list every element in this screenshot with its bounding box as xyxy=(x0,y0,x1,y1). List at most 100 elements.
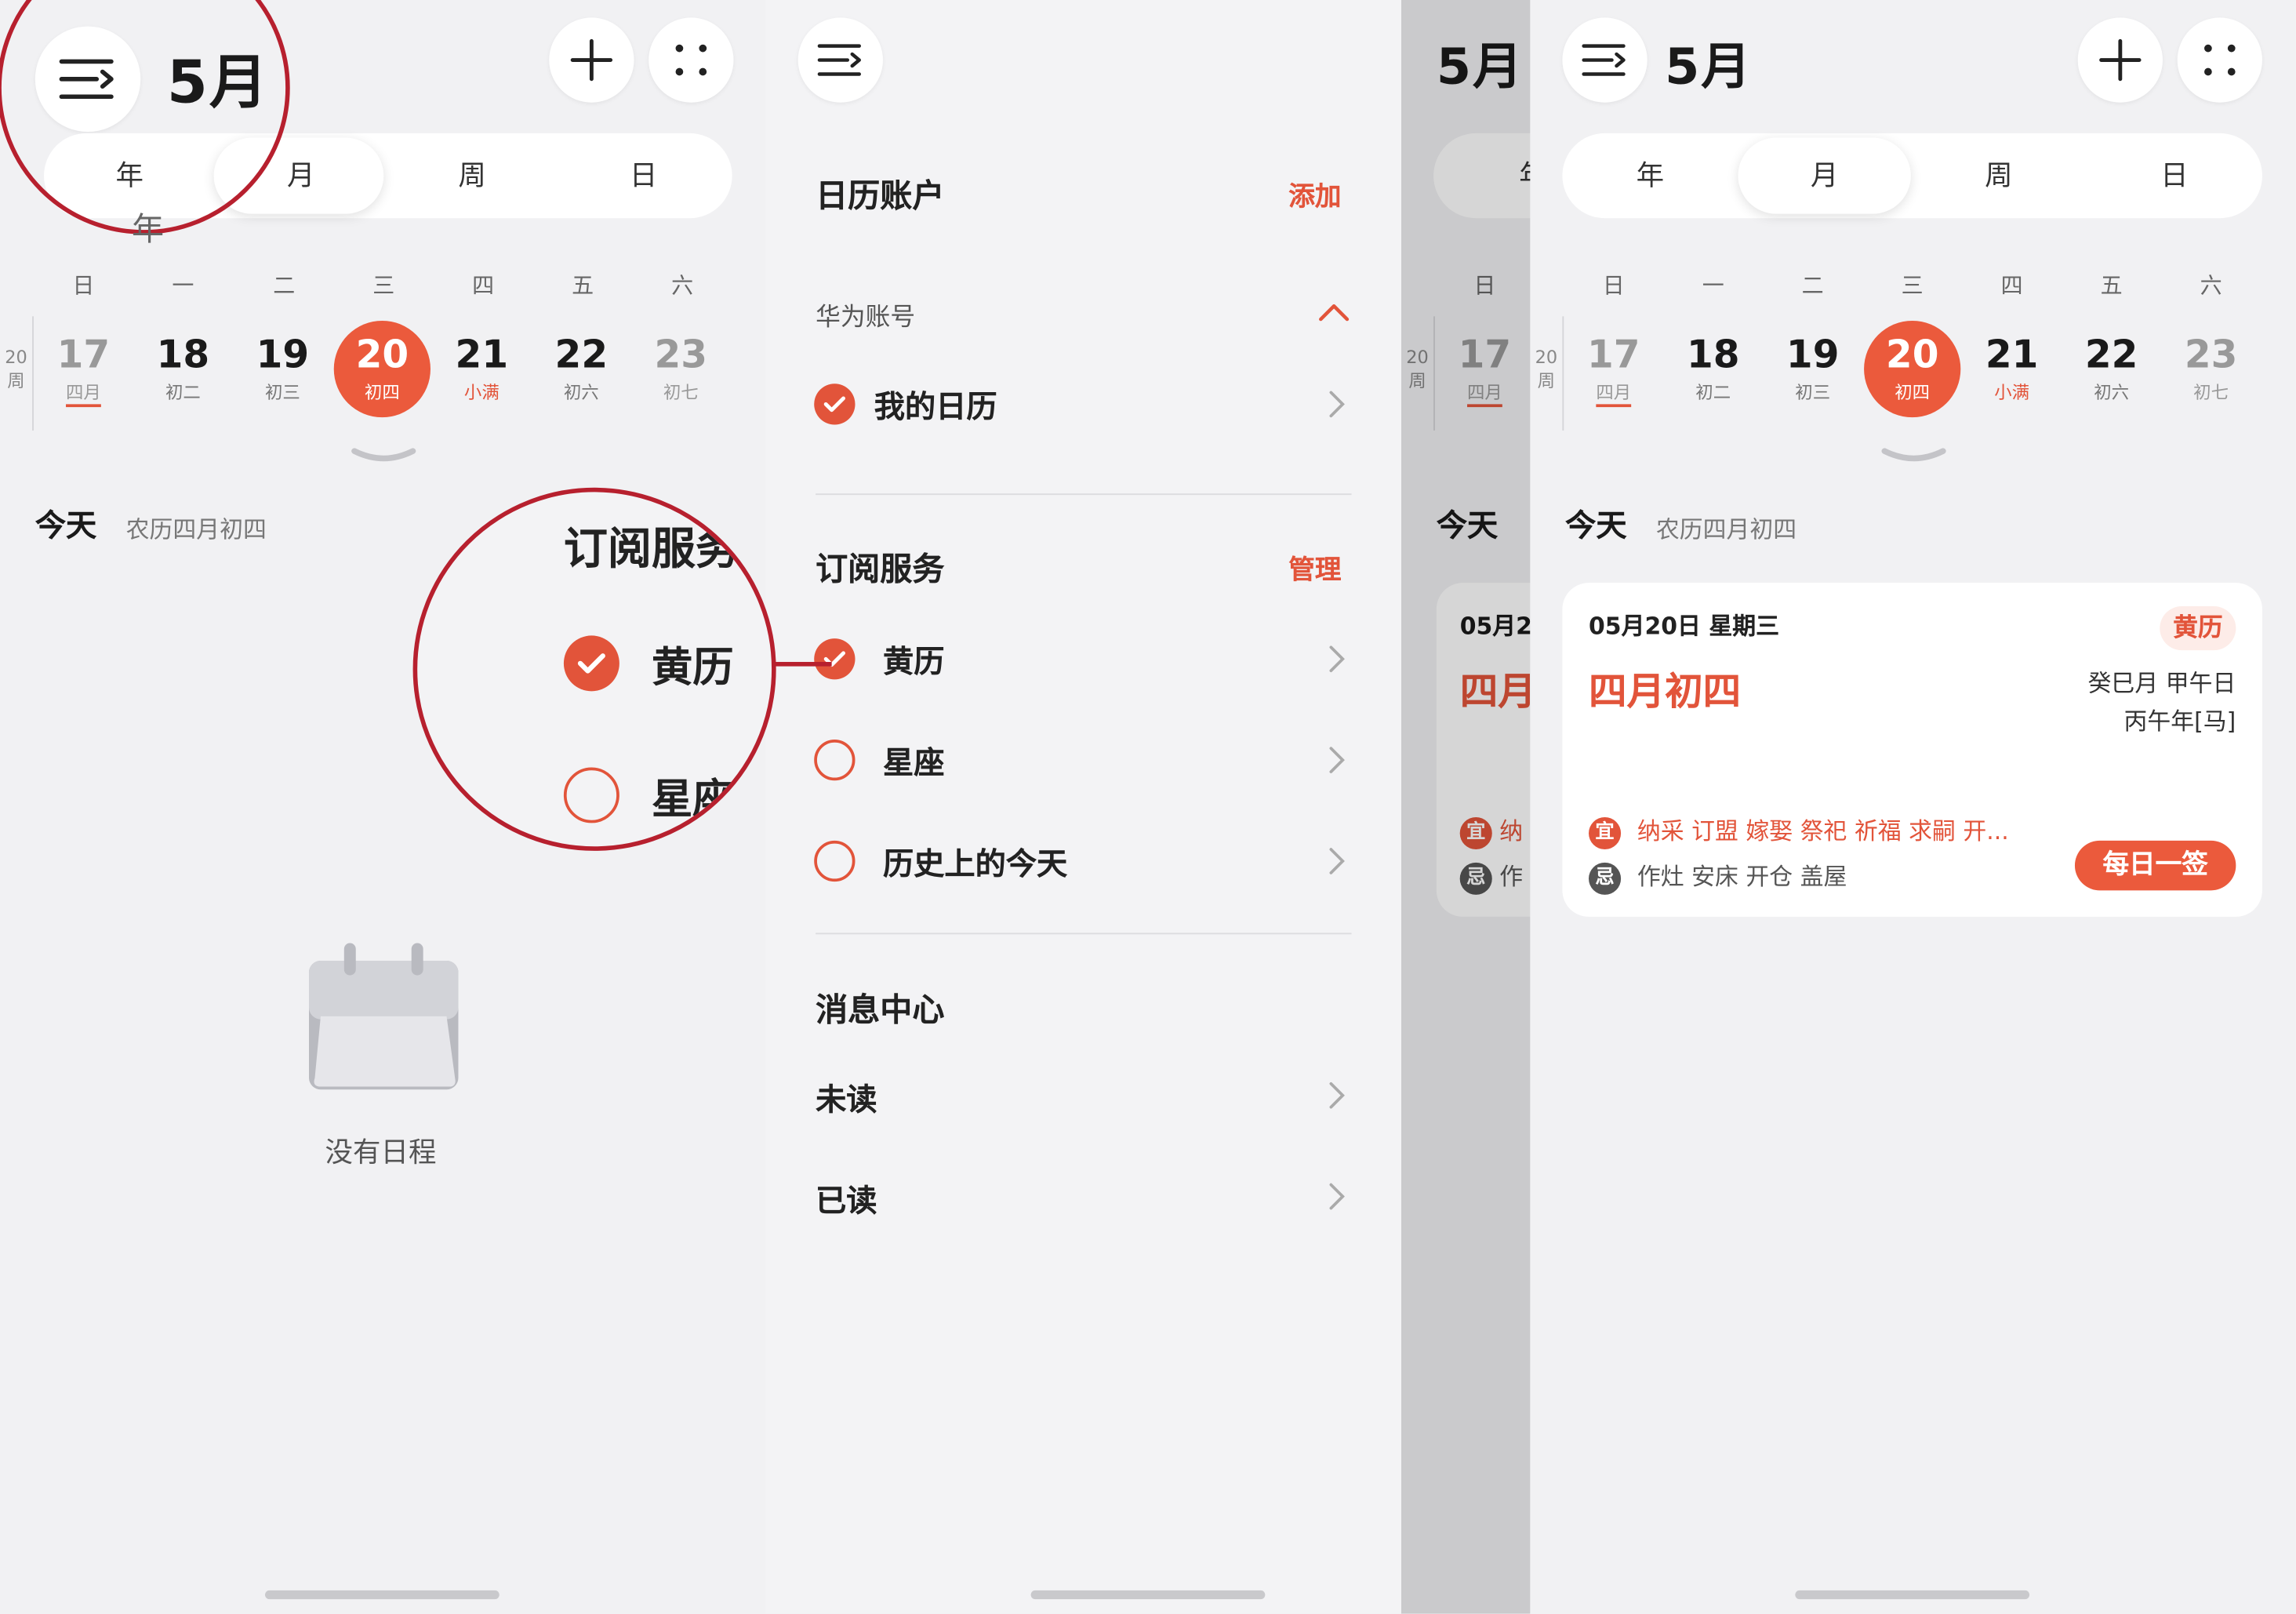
subscription-history-today[interactable]: 历史上的今天 xyxy=(883,841,1067,885)
chevron-right-icon[interactable] xyxy=(1328,1081,1346,1110)
chevron-right-icon[interactable] xyxy=(1328,390,1346,419)
chevron-right-icon[interactable] xyxy=(1328,745,1346,774)
tab-year[interactable]: 年 xyxy=(1562,133,1738,218)
magnified-zodiac-label: 星座 xyxy=(651,774,734,823)
day-20-today[interactable]: 20 初四 xyxy=(332,334,432,405)
month-title: 5月 xyxy=(1665,38,1753,97)
magnified-almanac-label: 黄历 xyxy=(651,642,734,692)
day-19[interactable]: 19 初三 xyxy=(233,334,332,405)
divider xyxy=(816,932,1352,935)
check-icon xyxy=(823,396,845,413)
almanac-screen: 5月 年 月 周 日 日 一 二 三 四 五 六 20 周 17 四月 18 初… xyxy=(1530,0,2296,1614)
almanac-ji-row: 忌 作灶 安床 开仓 盖屋 xyxy=(1589,856,1847,894)
home-indicator xyxy=(264,1590,500,1600)
magnified-subscriptions-title: 订阅服务 xyxy=(563,524,739,576)
plus-icon xyxy=(2099,38,2142,82)
menu-button[interactable] xyxy=(1562,17,1648,103)
more-button[interactable] xyxy=(648,17,734,103)
chevron-right-icon[interactable] xyxy=(1328,645,1346,674)
read-messages[interactable]: 已读 xyxy=(816,1177,877,1221)
almanac-card-date: 05月20日 星期三 xyxy=(1589,612,1779,641)
weekday-wed: 三 xyxy=(1901,272,1924,299)
magnifier-connector xyxy=(772,662,832,667)
day-18[interactable]: 18 初二 xyxy=(133,334,233,405)
accounts-title: 日历账户 xyxy=(816,178,945,216)
week-number: 20 周 xyxy=(5,347,27,391)
day-18[interactable]: 18 初二 xyxy=(1663,334,1763,405)
plus-icon xyxy=(570,38,613,82)
screenshot-scene: 5月 年 月 周 日 日 一 二 三 四 五 六 20 周 17 四月 18 初二 1… xyxy=(0,0,2296,1614)
menu-icon xyxy=(817,44,861,76)
weekday-fri: 五 xyxy=(2100,272,2123,299)
yi-text: 纳采 订盟 嫁娶 祭祀 祈福 求嗣 开... xyxy=(1637,816,2009,845)
my-calendar-label[interactable]: 我的日历 xyxy=(874,384,997,427)
tab-day[interactable]: 日 xyxy=(2087,133,2262,218)
add-event-button[interactable] xyxy=(549,17,634,103)
day-22[interactable]: 22 初六 xyxy=(2062,334,2161,405)
weekday-tue: 二 xyxy=(1801,272,1824,299)
drawer-menu-button[interactable] xyxy=(797,17,883,103)
day-19[interactable]: 19 初三 xyxy=(1763,334,1862,405)
view-switcher: 年 月 周 日 xyxy=(1562,133,2262,219)
almanac-ganzhi-year: 丙午年[马] xyxy=(2123,707,2236,736)
tab-day[interactable]: 日 xyxy=(558,133,728,218)
add-account-action[interactable]: 添加 xyxy=(1288,176,1341,214)
chevron-right-icon[interactable] xyxy=(1328,846,1346,875)
chevron-right-icon[interactable] xyxy=(1328,1182,1346,1211)
day-17[interactable]: 17 四月 xyxy=(1564,334,1663,408)
day-21[interactable]: 21 小满 xyxy=(1962,334,2062,405)
history-today-checkbox[interactable] xyxy=(814,840,856,882)
manage-subscriptions-action[interactable]: 管理 xyxy=(1288,549,1341,587)
day-22[interactable]: 22 初六 xyxy=(532,334,631,405)
messages-title: 消息中心 xyxy=(816,993,945,1030)
add-event-button[interactable] xyxy=(2077,17,2163,103)
weekday-sun: 日 xyxy=(1602,272,1625,299)
weekday-thu: 四 xyxy=(2000,272,2023,299)
day-23[interactable]: 23 初七 xyxy=(2161,334,2261,405)
ji-badge: 忌 xyxy=(1589,861,1622,894)
my-calendar-checkbox[interactable] xyxy=(814,384,856,425)
day-17[interactable]: 17 四月 xyxy=(34,334,133,408)
almanac-yi-row: 宜 纳采 订盟 嫁娶 祭祀 祈福 求嗣 开... xyxy=(1589,811,2009,849)
lunar-date-label: 农历四月初四 xyxy=(125,515,267,543)
ji-text: 作灶 安床 开仓 盖屋 xyxy=(1637,862,1847,891)
magnifier-lens: 订阅服务 黄历 星座 xyxy=(412,487,776,851)
lunar-date-label: 农历四月初四 xyxy=(1655,515,1797,543)
day-21[interactable]: 21 小满 xyxy=(432,334,532,405)
daily-fortune-button[interactable]: 每日一签 xyxy=(2074,840,2236,891)
more-dots-icon xyxy=(675,44,707,76)
unread-messages[interactable]: 未读 xyxy=(816,1076,877,1120)
divider xyxy=(816,493,1352,496)
weekday-wed: 三 xyxy=(372,272,395,299)
magnified-zodiac-check xyxy=(563,767,619,823)
tab-week[interactable]: 周 xyxy=(1911,133,2087,218)
subscriptions-title: 订阅服务 xyxy=(816,551,945,589)
tab-month[interactable]: 月 xyxy=(1738,133,1910,218)
almanac-checkbox[interactable] xyxy=(814,638,856,680)
chevron-up-icon[interactable] xyxy=(1318,302,1350,322)
calendar-almanac-panel: 5月 年 日 20周 17四月 今天 05月20日 四月初四 宜 纳 忌 作 xyxy=(1401,0,2296,1614)
yi-badge: 宜 xyxy=(1589,816,1622,849)
weekday-mon: 一 xyxy=(172,272,194,299)
almanac-card[interactable]: 05月20日 星期三 黄历 四月初四 癸巳月 甲午日 丙午年[马] 宜 纳采 订… xyxy=(1562,583,2262,917)
home-indicator xyxy=(1795,1590,2030,1600)
subscription-almanac[interactable]: 黄历 xyxy=(883,638,944,682)
expand-chevron-icon[interactable] xyxy=(350,445,417,466)
more-dots-icon xyxy=(2204,44,2236,76)
empty-schedule-text: 没有日程 xyxy=(325,1136,437,1169)
home-indicator xyxy=(1030,1590,1266,1600)
expand-chevron-icon[interactable] xyxy=(1880,445,1948,466)
day-23[interactable]: 23 初七 xyxy=(631,334,731,405)
week-number: 20 周 xyxy=(1535,347,1558,391)
today-label: 今天 xyxy=(35,507,97,543)
weekday-fri: 五 xyxy=(572,272,594,299)
weekday-tue: 二 xyxy=(273,272,296,299)
today-label: 今天 xyxy=(1565,507,1627,543)
tab-week[interactable]: 周 xyxy=(387,133,558,218)
zodiac-checkbox[interactable] xyxy=(814,739,856,781)
check-icon xyxy=(577,653,605,674)
subscription-zodiac[interactable]: 星座 xyxy=(883,740,944,783)
more-button[interactable] xyxy=(2177,17,2262,103)
day-20-today[interactable]: 20 初四 xyxy=(1862,334,1962,405)
menu-icon xyxy=(1582,44,1626,76)
